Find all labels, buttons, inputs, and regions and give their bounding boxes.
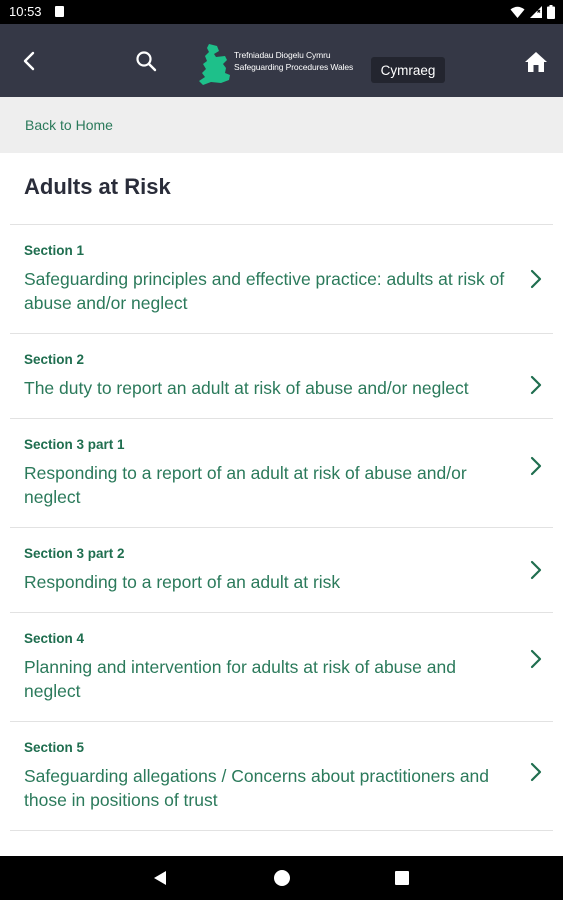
breadcrumb: Back to Home xyxy=(0,97,563,153)
section-item-1[interactable]: Section 1 Safeguarding principles and ef… xyxy=(10,225,553,333)
section-title: The duty to report an adult at risk of a… xyxy=(24,378,469,398)
nav-home-icon[interactable] xyxy=(274,870,290,886)
section-item-5[interactable]: Section 4 Planning and intervention for … xyxy=(10,613,553,721)
section-item-3[interactable]: Section 3 part 1 Responding to a report … xyxy=(10,419,553,527)
chevron-right-icon xyxy=(530,560,542,580)
section-label: Section 4 xyxy=(24,631,85,646)
system-navigation-bar xyxy=(0,856,563,900)
search-icon xyxy=(136,51,157,72)
section-title: Safeguarding allegations / Concerns abou… xyxy=(24,766,490,810)
section-label: Section 2 xyxy=(24,352,85,367)
chevron-right-icon xyxy=(530,375,542,395)
section-item-4[interactable]: Section 3 part 2 Responding to a report … xyxy=(10,528,553,612)
logo-text-welsh: Trefniadau Diogelu Cymru xyxy=(234,50,331,60)
section-title: Planning and intervention for adults at … xyxy=(24,657,456,701)
section-title: Responding to a report of an adult at ri… xyxy=(24,463,467,507)
section-label: Section 1 xyxy=(24,243,85,258)
chevron-right-icon xyxy=(530,649,542,669)
section-label: Section 3 part 2 xyxy=(24,546,125,561)
search-button[interactable] xyxy=(131,46,161,76)
back-button[interactable] xyxy=(14,46,44,76)
section-title: Safeguarding principles and effective pr… xyxy=(24,269,505,313)
section-title: Responding to a report of an adult at ri… xyxy=(24,572,341,592)
status-bar: 10:53 xyxy=(0,0,563,24)
app-bar: Trefniadau Diogelu Cymru Safeguarding Pr… xyxy=(0,24,563,97)
section-item-2[interactable]: Section 2 The duty to report an adult at… xyxy=(10,334,553,418)
signal-icon xyxy=(530,6,542,18)
sd-card-icon xyxy=(55,6,64,17)
section-item-6[interactable]: Section 5 Safeguarding allegations / Con… xyxy=(10,722,553,830)
back-to-home-link[interactable]: Back to Home xyxy=(25,117,113,133)
nav-back-icon[interactable] xyxy=(153,870,167,886)
status-time: 10:53 xyxy=(9,4,42,19)
logo-text-english: Safeguarding Procedures Wales xyxy=(234,62,354,72)
chevron-right-icon xyxy=(530,762,542,782)
divider xyxy=(10,830,553,831)
nav-recents-icon[interactable] xyxy=(395,871,409,885)
language-toggle-button[interactable]: Cymraeg xyxy=(371,57,445,83)
status-icons xyxy=(510,4,555,20)
wifi-icon xyxy=(510,6,525,18)
section-label: Section 3 part 1 xyxy=(24,437,125,452)
section-label: Section 5 xyxy=(24,740,85,755)
chevron-right-icon xyxy=(530,269,542,289)
page-title: Adults at Risk xyxy=(24,174,171,199)
chevron-right-icon xyxy=(530,456,542,476)
chevron-left-icon xyxy=(23,51,35,71)
logo[interactable]: Trefniadau Diogelu Cymru Safeguarding Pr… xyxy=(197,42,369,86)
section-list: Section 1 Safeguarding principles and ef… xyxy=(10,224,553,831)
home-button[interactable] xyxy=(520,46,552,78)
home-icon xyxy=(525,52,547,72)
wales-map-icon xyxy=(199,44,230,85)
battery-icon xyxy=(547,5,555,19)
